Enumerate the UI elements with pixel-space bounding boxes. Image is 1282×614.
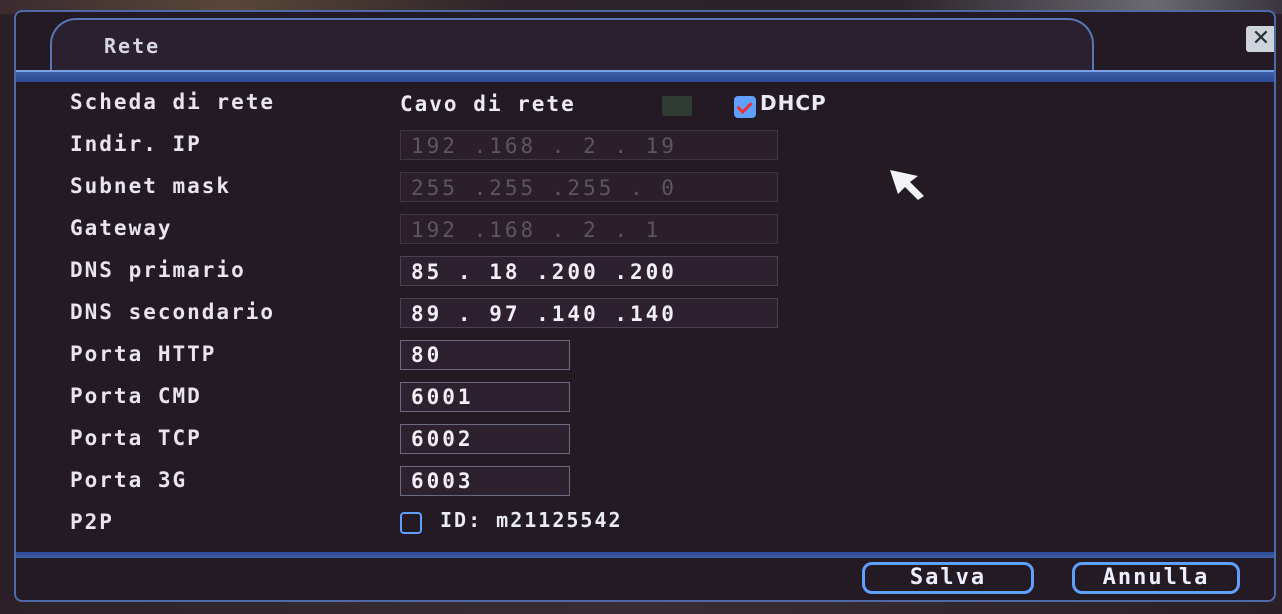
panel-divider-top [16,70,1274,82]
http-port-field[interactable]: 80 [400,340,570,370]
gateway-field[interactable]: 192 .168 . 2 . 1 [400,214,778,244]
subnet-mask-field[interactable]: 255 .255 .255 . 0 [400,172,778,202]
cancel-button[interactable]: Annulla [1072,562,1240,594]
network-settings-dialog: Rete ✕ Scheda di rete Cavo di rete DHCP … [14,10,1276,602]
dialog-title: Rete [104,34,161,58]
mouse-pointer-icon [890,170,924,200]
http-port-label: Porta HTTP [70,342,217,366]
secondary-dns-field[interactable]: 89 . 97 .140 .140 [400,298,778,328]
primary-dns-field[interactable]: 85 . 18 .200 .200 [400,256,778,286]
3g-port-label: Porta 3G [70,468,188,492]
title-tab [50,18,1094,70]
subnet-mask-label: Subnet mask [70,174,232,198]
photo-background-bottom [0,600,1282,614]
tcp-port-field[interactable]: 6002 [400,424,570,454]
p2p-id-text: ID: m21125542 [440,508,623,532]
gateway-label: Gateway [70,216,173,240]
dhcp-checkbox[interactable] [734,96,756,118]
tcp-port-label: Porta TCP [70,426,202,450]
p2p-label: P2P [70,510,114,534]
3g-port-field[interactable]: 6003 [400,466,570,496]
dhcp-label: DHCP [760,91,827,115]
close-button[interactable]: ✕ [1246,26,1274,52]
cmd-port-label: Porta CMD [70,384,202,408]
dropdown-arrow-icon[interactable] [662,96,692,116]
ip-address-field[interactable]: 192 .168 . 2 . 19 [400,130,778,160]
p2p-checkbox[interactable] [400,512,422,534]
ip-address-label: Indir. IP [70,132,202,156]
save-button[interactable]: Salva [862,562,1034,594]
panel-divider-bottom [16,552,1274,558]
cmd-port-field[interactable]: 6001 [400,382,570,412]
network-card-select[interactable]: Cavo di rete [400,88,576,120]
secondary-dns-label: DNS secondario [70,300,276,324]
primary-dns-label: DNS primario [70,258,246,282]
network-card-label: Scheda di rete [70,90,276,114]
